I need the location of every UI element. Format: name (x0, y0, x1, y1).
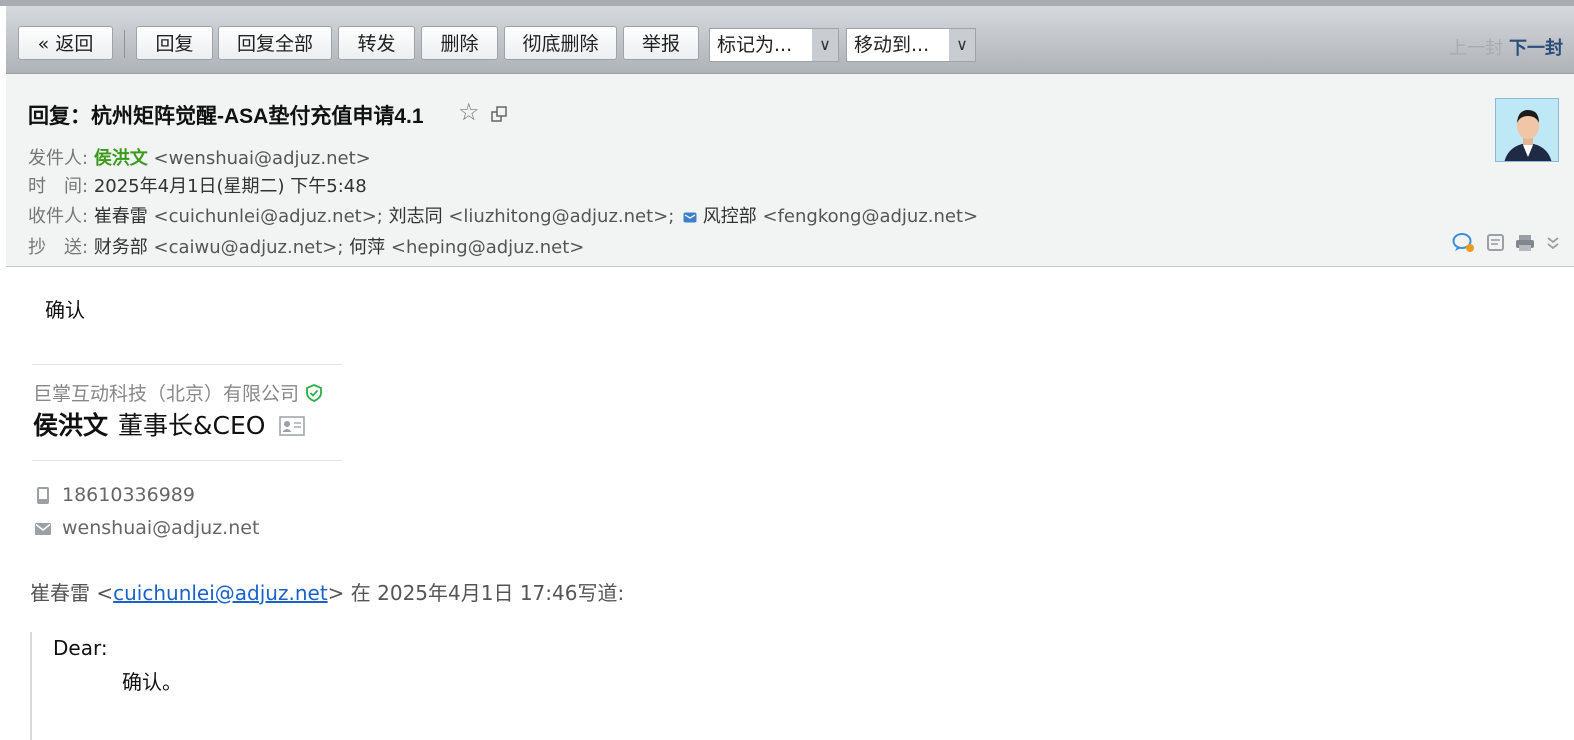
time-value: 2025年4月1日(星期二) 下午5:48 (93, 176, 367, 197)
avatar-image (1496, 99, 1558, 161)
chat-icon[interactable] (1452, 232, 1476, 254)
quote-bar (30, 632, 32, 740)
mail-body: 确认 巨掌互动科技（北京）有限公司 侯洪文 董事长&CEO 18610336989… (0, 267, 1574, 740)
verified-shield-icon (306, 384, 322, 402)
to-label: 收件人: (28, 206, 89, 227)
prev-mail-link: 上一封 (1449, 38, 1503, 59)
recipient-name[interactable]: 风控部 (703, 206, 757, 227)
delete-button[interactable]: 删除 (421, 26, 498, 60)
toolbar-divider (124, 30, 125, 58)
chevron-down-icon: ∨ (812, 29, 838, 61)
quote-header: 崔春雷 <cuichunlei@adjuz.net> 在 2025年4月1日 1… (30, 577, 624, 606)
sender-email: <wenshuai@adjuz.net> (153, 148, 371, 169)
signature-email: wenshuai@adjuz.net (62, 517, 260, 539)
back-button[interactable]: « 返回 (18, 26, 113, 60)
from-row: 发件人: 侯洪文 <wenshuai@adjuz.net> (28, 144, 371, 170)
group-mail-icon (683, 212, 697, 223)
phone-icon (37, 486, 49, 504)
permanent-delete-button[interactable]: 彻底删除 (504, 26, 617, 60)
mark-as-select[interactable]: 标记为... ∨ (709, 28, 839, 62)
signature-divider (32, 364, 342, 365)
recipient-email: <fengkong@adjuz.net> (762, 206, 979, 227)
quote-date-text: > 在 2025年4月1日 17:46写道: (327, 581, 625, 605)
cc-name[interactable]: 财务部 (94, 237, 148, 258)
chevron-down-icon: ∨ (949, 29, 975, 61)
print-icon[interactable] (1514, 232, 1536, 254)
quote-greeting: Dear: (53, 636, 108, 660)
mark-as-label: 标记为... (717, 34, 793, 56)
to-row: 收件人: 崔春雷 <cuichunlei@adjuz.net>; 刘志同 <li… (28, 202, 978, 228)
cc-email: <heping@adjuz.net> (390, 237, 585, 258)
reply-all-button[interactable]: 回复全部 (218, 26, 332, 60)
mail-toolbar: « 返回 回复 回复全部 转发 删除 彻底删除 举报 标记为... ∨ 移动到.… (6, 6, 1574, 74)
signature-phone: 18610336989 (62, 484, 195, 506)
quote-author-name: 崔春雷 < (30, 581, 114, 605)
forward-button[interactable]: 转发 (338, 26, 415, 60)
reply-button[interactable]: 回复 (136, 26, 213, 60)
mail-subject: 回复：杭州矩阵觉醒-ASA垫付充值申请4.1 (28, 105, 424, 128)
open-new-window-icon[interactable] (491, 106, 507, 122)
cc-name[interactable]: 何萍 (349, 237, 385, 258)
mail-icon (35, 522, 51, 535)
time-label: 时 间: (28, 176, 89, 197)
sender-avatar[interactable] (1495, 98, 1559, 162)
signature-name: 侯洪文 (33, 411, 109, 440)
cc-email: <caiwu@adjuz.net>; (153, 237, 344, 258)
signature-title: 董事长&CEO (118, 411, 266, 440)
expand-more-icon[interactable] (1546, 232, 1560, 254)
mail-header: 回复：杭州矩阵觉醒-ASA垫付充值申请4.1 ☆ 发件人: 侯洪文 <wensh… (6, 74, 1574, 267)
move-to-select[interactable]: 移动到... ∨ (846, 28, 976, 62)
report-button[interactable]: 举报 (623, 26, 699, 60)
recipient-name[interactable]: 刘志同 (389, 206, 443, 227)
sender-name[interactable]: 侯洪文 (94, 148, 148, 169)
cc-row: 抄 送: 财务部 <caiwu@adjuz.net>; 何萍 <heping@a… (28, 233, 584, 259)
next-mail-link[interactable]: 下一封 (1509, 34, 1563, 60)
signature-company: 巨掌互动科技（北京）有限公司 (33, 379, 323, 406)
reply-text: 确认 (45, 298, 85, 322)
notes-icon[interactable] (1486, 232, 1506, 254)
recipient-email: <cuichunlei@adjuz.net>; (153, 206, 383, 227)
company-name: 巨掌互动科技（北京）有限公司 (33, 383, 300, 405)
business-card-icon[interactable] (279, 416, 306, 436)
signature-email-row: wenshuai@adjuz.net (34, 517, 259, 539)
signature-phone-row: 18610336989 (34, 484, 195, 506)
from-label: 发件人: (28, 148, 89, 169)
recipient-email: <liuzhitong@adjuz.net>; (448, 206, 675, 227)
cc-label: 抄 送: (28, 237, 89, 258)
recipient-name[interactable]: 崔春雷 (94, 206, 148, 227)
signature-name-line: 侯洪文 董事长&CEO (33, 406, 306, 442)
quote-text: 确认。 (122, 670, 182, 694)
time-row: 时 间: 2025年4月1日(星期二) 下午5:48 (28, 172, 367, 198)
quote-author-email-link[interactable]: cuichunlei@adjuz.net (113, 581, 328, 605)
move-to-label: 移动到... (854, 34, 930, 56)
signature-divider (32, 460, 342, 461)
star-icon[interactable]: ☆ (458, 100, 480, 124)
